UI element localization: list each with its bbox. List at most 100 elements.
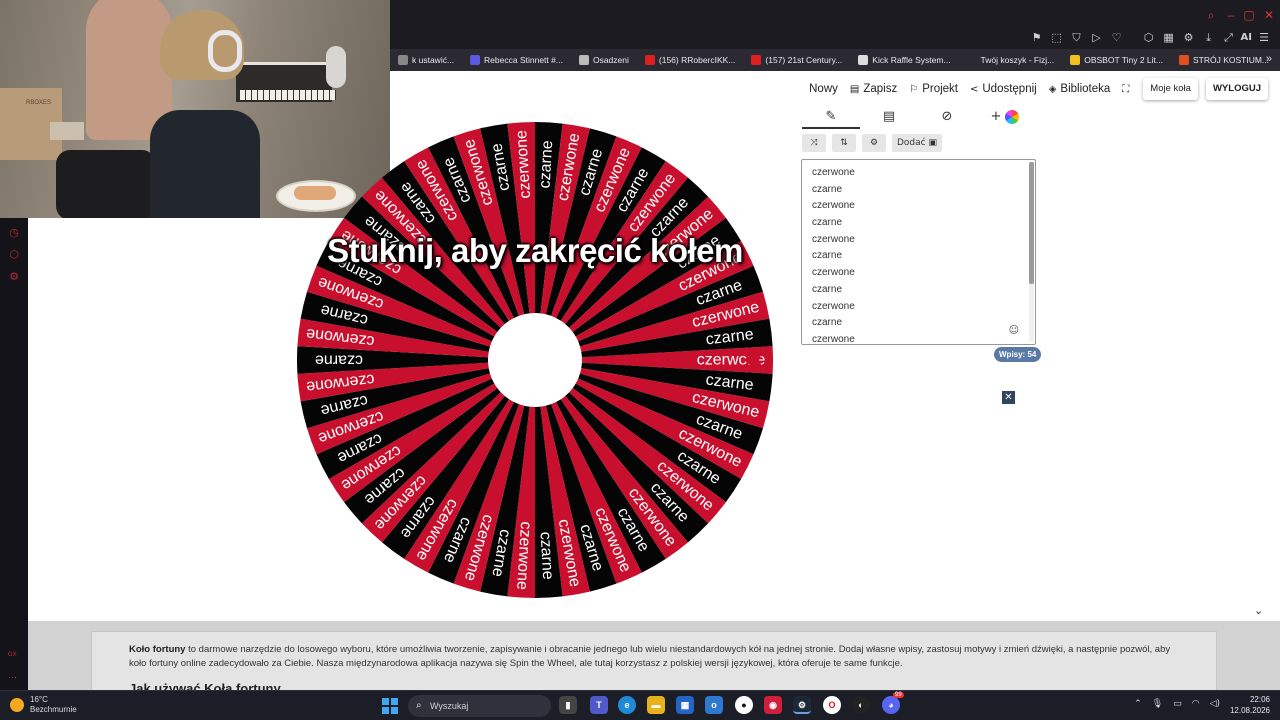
tab-hidden[interactable]: ⊘ [918, 107, 976, 129]
entry-line: czarne [812, 183, 843, 195]
shuffle-icon: ⤨ [810, 138, 818, 148]
sidebar-more-icon[interactable]: ⋯ [8, 672, 17, 683]
bookmark-label: Twój koszyk - Fizj... [980, 55, 1055, 65]
wifi-icon[interactable]: ◠ [1192, 699, 1200, 709]
bookmark-favicon-icon [1070, 55, 1081, 65]
bookmark-item[interactable]: Rebecca Stinnett #... [462, 49, 571, 71]
bookmark-item[interactable]: (157) 21st Century... [743, 49, 850, 71]
search-icon[interactable]: ⌕ [1204, 8, 1218, 22]
entry-line: czerwone [812, 167, 855, 178]
bookmark-item[interactable]: Kick Raffle System... [850, 49, 958, 71]
edge-icon[interactable]: e [618, 696, 636, 714]
opera-icon[interactable]: O [823, 696, 841, 714]
obs-icon[interactable]: ◉ [764, 696, 782, 714]
spin-wheel[interactable]: czerwoneczarneczerwoneczarneczerwoneczar… [295, 120, 775, 600]
signpost-icon: ⚐ [909, 83, 919, 95]
tab-results[interactable]: ▤ [860, 107, 918, 129]
shield-icon[interactable]: ⛉ [1069, 30, 1085, 46]
tab-customize[interactable]: + [976, 107, 1034, 129]
extensions-sidebar-icon[interactable]: ⬡ [7, 248, 21, 262]
save-button[interactable]: ▤ Zapisz [844, 74, 903, 104]
bookmark-item[interactable]: Osadzeni [571, 49, 637, 71]
chevron-down-icon[interactable]: ⌄ [1254, 604, 1263, 617]
bookmark-item[interactable]: k ustawić... [390, 49, 462, 71]
weather-icon [10, 698, 24, 712]
weather-widget[interactable]: 16°C Bezchmurnie [10, 695, 77, 715]
pin-icon[interactable]: ⤢ [1221, 30, 1237, 46]
sidebar-settings-icon[interactable]: ⚙ [7, 270, 21, 284]
my-wheels-button[interactable]: Moje koła [1143, 78, 1198, 100]
app-navbar: Nowy ▤ Zapisz ⚐ Projekt < Udostępnij ◈ Bibli… [390, 71, 1280, 107]
fullscreen-button[interactable]: ⛶ [1116, 74, 1135, 104]
notification-badge: 99 [893, 692, 904, 698]
bookmark-star-icon[interactable]: ⚑ [1029, 30, 1045, 46]
library-button[interactable]: ◈ Biblioteka [1043, 74, 1117, 104]
emoji-icon[interactable]: ☺ [1009, 325, 1019, 336]
taskbar-search[interactable]: ⌕ Wyszukaj [408, 695, 551, 717]
logout-button[interactable]: WYLOGUJ [1206, 78, 1268, 100]
history-icon[interactable]: ◷ [7, 226, 21, 240]
bookmark-label: Rebecca Stinnett #... [484, 55, 563, 65]
bookmark-item[interactable]: STRÓJ KOSTIUM... [1171, 49, 1277, 71]
bookmarks-overflow-icon[interactable]: » [1266, 53, 1272, 65]
share-button[interactable]: < Udostępnij [964, 74, 1043, 104]
shuffle-button[interactable]: ⤨ [802, 134, 826, 152]
layers-icon: ◈ [1048, 83, 1057, 95]
folder-icon[interactable]: ▬ [647, 696, 665, 714]
bookmark-item[interactable]: OBSBOT Tiny 2 Lit... [1062, 49, 1171, 71]
volume-icon[interactable]: ◁) [1210, 699, 1220, 709]
bookmark-item[interactable]: Twój koszyk - Fizj... [959, 49, 1063, 71]
ai-button[interactable]: AI [1241, 30, 1252, 46]
file-icon: ▤ [849, 83, 860, 95]
wheel-segment-label: czarne [537, 140, 557, 189]
play-icon[interactable]: ▷ [1089, 30, 1105, 46]
sort-button[interactable]: ⇅ [832, 134, 856, 152]
bookmark-label: OBSBOT Tiny 2 Lit... [1084, 55, 1163, 65]
settings-gear-icon[interactable]: ⚙ [1181, 30, 1197, 46]
download-icon[interactable]: ⤓ [1201, 30, 1217, 46]
share-label: Udostępnij [982, 83, 1037, 95]
box-label: RBOXES [26, 100, 52, 106]
wheel-center-hub[interactable] [488, 313, 582, 407]
network-icon[interactable]: ▭ [1173, 699, 1182, 709]
bookmark-favicon-icon [751, 55, 762, 65]
start-menu-icon[interactable] [382, 698, 398, 714]
screenshot-icon[interactable]: ⬚ [1049, 30, 1065, 46]
entries-textarea[interactable]: czerwone czarne czerwone czarne czerwone czar… [801, 159, 1036, 345]
store-icon[interactable]: ▦ [676, 696, 694, 714]
close-ad-button[interactable]: ✕ [1002, 391, 1015, 404]
close-icon[interactable]: ✕ [1262, 8, 1276, 22]
project-button[interactable]: ⚐ Projekt [903, 74, 964, 104]
bookmark-label: (157) 21st Century... [765, 55, 843, 65]
entry-line: czerwone [812, 267, 855, 279]
profile-avatar-icon[interactable]: ▦ [1161, 30, 1177, 46]
maximize-icon[interactable]: ▢ [1242, 8, 1256, 22]
teams-icon[interactable]: T [590, 696, 608, 714]
advanced-button[interactable]: ⚙ [862, 134, 886, 152]
menu-icon[interactable]: ☰ [1256, 30, 1272, 46]
tab-edit[interactable]: ✎ [802, 107, 860, 129]
discord-icon[interactable]: ◕ [882, 696, 900, 714]
add-image-button[interactable]: Dodać ▣ [892, 134, 943, 152]
file-explorer-icon[interactable]: ▮ [559, 696, 577, 714]
entry-line: czerwone [812, 233, 855, 245]
taskbar-clock[interactable]: 22:06 12.08.2026 [1230, 694, 1270, 716]
github-icon[interactable]: ● [735, 696, 753, 714]
clock-date: 12.08.2026 [1229, 706, 1270, 715]
bookmark-label: STRÓJ KOSTIUM... [1192, 55, 1269, 65]
entries-scrollbar[interactable] [1029, 162, 1034, 342]
minimize-icon[interactable]: – [1224, 8, 1238, 22]
microphone-icon[interactable]: 🎙︎ [1152, 699, 1163, 709]
spin-instruction[interactable]: Stuknij, aby zakręcić kołem [260, 232, 810, 270]
outlook-icon[interactable]: o [705, 696, 723, 714]
chevron-up-icon[interactable]: ⌃ [1134, 699, 1142, 709]
heart-icon[interactable]: ♡ [1109, 30, 1125, 46]
steam-icon[interactable]: ⚙ [793, 696, 811, 714]
bookmark-favicon-icon [470, 55, 481, 65]
sort-icon: ⇅ [840, 138, 848, 148]
new-button[interactable]: Nowy [803, 74, 844, 104]
bookmark-label: Kick Raffle System... [872, 55, 951, 65]
bookmark-item[interactable]: (156) RRobercIKK... [637, 49, 744, 71]
opera-gx-icon[interactable]: ◐ [852, 696, 870, 714]
extensions-icon[interactable]: ⬡ [1141, 30, 1157, 46]
